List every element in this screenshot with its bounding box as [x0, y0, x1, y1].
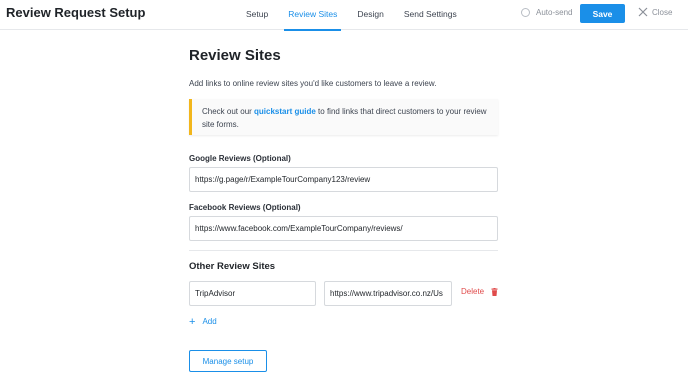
delete-label: Delete — [461, 287, 485, 296]
other-review-sites-title: Other Review Sites — [189, 261, 276, 272]
top-bar: Review Request Setup Setup Review Sites … — [0, 0, 688, 31]
intro-text: Add links to online review sites you'd l… — [189, 79, 437, 88]
auto-send-toggle[interactable]: Auto-send — [521, 8, 572, 17]
other-site-url-input[interactable] — [324, 281, 452, 306]
auto-send-label: Auto-send — [536, 8, 573, 17]
delete-site-button[interactable]: Delete — [461, 287, 498, 296]
radio-icon[interactable] — [521, 8, 530, 17]
close-label: Close — [652, 7, 673, 17]
section-divider — [189, 250, 498, 251]
page-title: Review Sites — [189, 47, 281, 64]
tab-send-settings[interactable]: Send Settings — [404, 0, 457, 30]
quickstart-guide-link[interactable]: quickstart guide — [254, 107, 316, 116]
google-reviews-label: Google Reviews (Optional) — [189, 154, 291, 163]
google-reviews-input[interactable] — [189, 167, 498, 192]
x-close-icon — [638, 7, 648, 17]
save-button[interactable]: Save — [580, 4, 625, 23]
quickstart-callout: Check out our quickstart guide to find l… — [189, 99, 498, 135]
other-site-name-input[interactable] — [189, 281, 316, 306]
close-button[interactable]: Close — [638, 7, 672, 17]
tab-setup[interactable]: Setup — [246, 0, 268, 30]
tab-bar: Setup Review Sites Design Send Settings — [236, 0, 477, 31]
add-label: Add — [202, 317, 217, 326]
tab-design[interactable]: Design — [357, 0, 383, 30]
callout-text-before: Check out our — [202, 107, 255, 116]
tab-review-sites[interactable]: Review Sites — [284, 0, 342, 31]
manage-setup-button[interactable]: Manage setup — [189, 350, 267, 372]
trash-icon — [491, 287, 498, 296]
facebook-reviews-label: Facebook Reviews (Optional) — [189, 203, 301, 212]
add-site-button[interactable]: + Add — [189, 315, 217, 328]
app-title: Review Request Setup — [6, 5, 146, 20]
facebook-reviews-input[interactable] — [189, 216, 498, 241]
plus-icon: + — [189, 315, 196, 328]
